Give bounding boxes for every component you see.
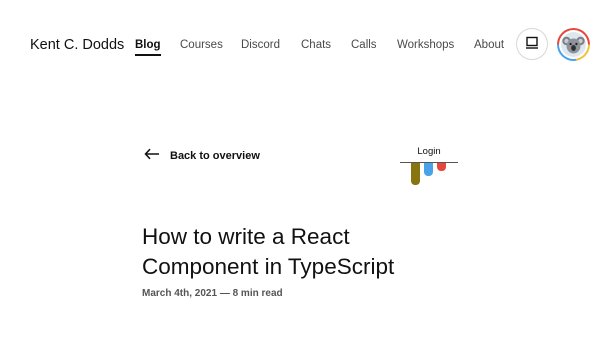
nav-link-chats[interactable]: Chats (301, 38, 331, 52)
post-title-line-1: How to write a React (142, 224, 350, 249)
active-nav-underline (135, 54, 161, 56)
post-meta: March 4th, 2021 — 8 min read (142, 288, 283, 299)
team-bar-red (437, 163, 446, 171)
user-avatar-button[interactable] (557, 28, 590, 61)
nav-link-about[interactable]: About (474, 38, 504, 52)
post-title: How to write a React Component in TypeSc… (142, 222, 462, 282)
login-label: Login (417, 146, 441, 157)
login-widget[interactable]: Login (400, 146, 460, 188)
nav-link-courses[interactable]: Courses (180, 38, 223, 52)
nav-link-blog[interactable]: Blog (135, 38, 161, 56)
page: Kent C. Dodds Blog Courses Discord Chats… (0, 0, 600, 338)
site-logo-link[interactable]: Kent C. Dodds (30, 36, 124, 54)
back-link-label: Back to overview (170, 150, 260, 162)
team-bar-yellow (411, 163, 420, 185)
back-to-overview-link[interactable]: Back to overview (144, 147, 260, 165)
theme-toggle-button[interactable] (516, 28, 548, 60)
koala-avatar (561, 32, 586, 57)
nav-link-calls[interactable]: Calls (351, 38, 377, 52)
nav-link-label: Blog (135, 39, 161, 51)
laptop-icon (525, 36, 539, 53)
team-bar-blue (424, 163, 433, 176)
nav-link-discord[interactable]: Discord (241, 38, 280, 52)
arrow-left-icon (144, 147, 160, 165)
nav-link-workshops[interactable]: Workshops (397, 38, 454, 52)
post-title-line-2: Component in TypeScript (142, 254, 395, 279)
